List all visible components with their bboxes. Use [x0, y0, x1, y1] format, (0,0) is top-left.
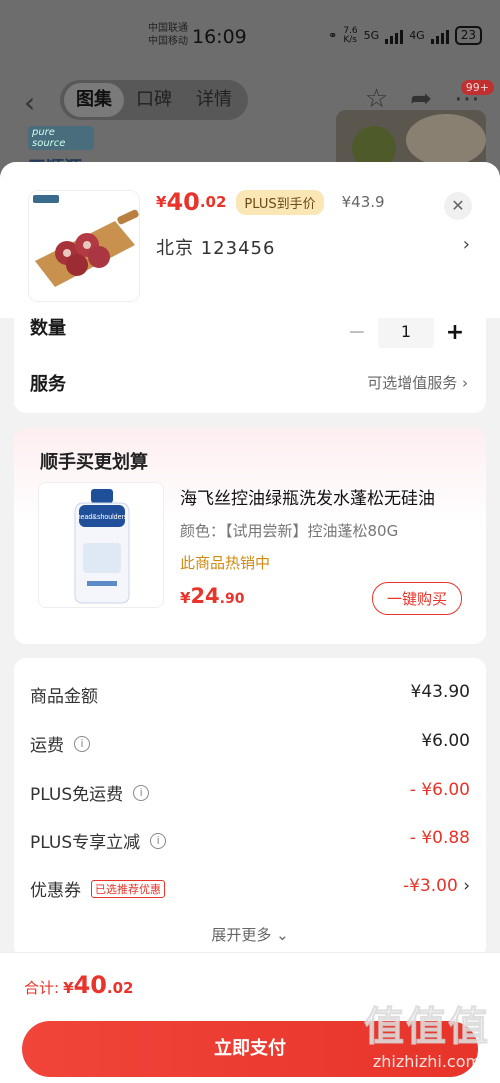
upsell-price-currency: ¥	[180, 589, 191, 607]
status-icons: ⚭ 7.6 K/s 5G 4G 23	[328, 26, 482, 45]
summary-value: -¥3.00 ›	[403, 876, 470, 896]
original-price: ¥43.9	[341, 193, 385, 211]
carrier-1: 中国联通	[148, 23, 188, 34]
upsell-product-attr: 颜色：【试用尝新】控油蓬松80G	[180, 522, 399, 540]
summary-row-plus-discount: PLUS专享立减 i - ¥0.88	[30, 828, 470, 858]
chevron-right-icon: ›	[462, 374, 468, 392]
price-currency: ¥	[156, 193, 167, 211]
summary-label: PLUS免运费	[30, 785, 124, 805]
expand-more-text: 展开更多	[211, 926, 272, 944]
brand-pill: pure source	[28, 126, 94, 150]
quantity-input[interactable]: 1	[378, 316, 434, 348]
upsell-price-integer: 24	[190, 584, 220, 608]
service-option-text: 可选增值服务	[367, 374, 458, 392]
network-5g: 5G	[363, 29, 380, 42]
coupon-tag: 已选推荐优惠	[91, 879, 165, 898]
top-tabs: 图集 口碑 详情	[60, 80, 248, 120]
info-icon[interactable]: i	[74, 735, 90, 752]
minus-button[interactable]: −	[346, 320, 368, 345]
price-summary-card: 商品金额 ¥43.90 运费 i ¥6.00 PLUS免运费 i - ¥6.00 P…	[14, 658, 486, 958]
coupon-value: -¥3.00	[402, 876, 458, 896]
summary-label: 运费	[30, 736, 64, 756]
product-header: ¥ 40 .02 PLUS到手价 ¥43.9 ✕ 北京 123456 ›	[0, 162, 500, 318]
headphone-icon: ⚭	[328, 29, 338, 42]
back-arrow-icon[interactable]: ‹	[24, 86, 35, 119]
bottle-brand-text: head&shoulders	[77, 514, 128, 521]
watermark-logo: 值值值	[364, 1004, 490, 1051]
summary-row-coupon[interactable]: 优惠券 已选推荐优惠 -¥3.00 ›	[30, 876, 470, 906]
expand-more-button[interactable]: 展开更多 ⌄	[14, 924, 486, 945]
summary-label: PLUS专享立减	[30, 833, 141, 853]
total-decimal: .02	[106, 979, 134, 997]
price-row: ¥ 40 .02 PLUS到手价 ¥43.9	[156, 188, 385, 216]
carrier-2: 中国移动	[148, 36, 188, 47]
service-option[interactable]: 可选增值服务 ›	[367, 372, 468, 393]
price-integer: 40	[166, 188, 200, 216]
shampoo-bottle-image: head&shoulders	[39, 483, 163, 607]
brand-logo: pure source 天顺源	[28, 126, 98, 179]
tab-reviews[interactable]: 口碑	[124, 83, 184, 117]
delivery-address[interactable]: 北京 123456	[156, 234, 275, 260]
quantity-stepper: − 1 +	[346, 316, 466, 348]
plus-button[interactable]: +	[444, 320, 466, 345]
summary-value: - ¥0.88	[409, 828, 470, 848]
summary-label: 商品金额	[30, 687, 98, 707]
close-icon[interactable]: ✕	[444, 192, 472, 220]
summary-row-shipping: 运费 i ¥6.00	[30, 731, 470, 761]
summary-value: - ¥6.00	[409, 780, 470, 800]
upsell-hot-text: 此商品热销中	[180, 554, 271, 572]
total-price: 合计: ¥ 40 .02	[24, 971, 133, 999]
watermark-site: zhizhizhi.com	[372, 1052, 482, 1071]
summary-row-plus-free-shipping: PLUS免运费 i - ¥6.00	[30, 780, 470, 810]
plus-price-tag: PLUS到手价	[236, 189, 324, 215]
upsell-price-decimal: .90	[219, 591, 245, 607]
watermark: 值值值 zhizhizhi.com	[364, 994, 490, 1072]
info-icon[interactable]: i	[133, 784, 150, 801]
status-bar: 中国联通 中国移动 16:09 ⚭ 7.6 K/s 5G 4G 23	[0, 20, 500, 56]
chevron-down-icon: ⌄	[276, 926, 289, 944]
upsell-title: 顺手买更划算	[40, 452, 148, 473]
summary-row-subtotal: 商品金额 ¥43.90	[30, 682, 470, 712]
info-icon[interactable]: i	[150, 832, 167, 849]
total-currency: ¥	[63, 979, 74, 997]
signal-icon-2	[430, 28, 449, 44]
chevron-right-icon: ›	[463, 876, 470, 896]
food-image	[336, 110, 486, 170]
upsell-price: ¥ 24 .90	[180, 584, 244, 608]
total-integer: 40	[73, 971, 107, 999]
chevron-right-icon[interactable]: ›	[463, 234, 470, 255]
tab-details[interactable]: 详情	[184, 83, 244, 117]
signal-icon	[385, 28, 404, 44]
network-4g: 4G	[409, 29, 425, 42]
total-label: 合计:	[24, 979, 60, 997]
service-label: 服务	[30, 374, 66, 395]
purchase-sheet: ¥ 40 .02 PLUS到手价 ¥43.9 ✕ 北京 123456 › 数量 …	[0, 162, 500, 1083]
steak-board-image	[29, 191, 139, 301]
upsell-product-image[interactable]: head&shoulders	[38, 482, 164, 608]
product-image	[28, 190, 140, 302]
price-decimal: .02	[199, 193, 227, 211]
carrier-labels: 中国联通 中国移动	[148, 22, 188, 48]
upsell-product-name[interactable]: 海飞丝控油绿瓶洗发水蓬松无硅油	[180, 484, 470, 509]
net-speed: 7.6 K/s	[343, 25, 358, 45]
summary-value: ¥6.00	[421, 731, 470, 751]
status-time: 16:09	[192, 26, 247, 48]
background-page: 中国联通 中国移动 16:09 ⚭ 7.6 K/s 5G 4G 23 ‹ 图集 …	[0, 0, 500, 180]
upsell-card: 顺手买更划算 head&shoulders 海飞丝控油绿瓶洗发水蓬松无硅油 颜色…	[14, 428, 486, 644]
summary-label: 优惠券	[30, 881, 81, 901]
one-click-buy-button[interactable]: 一键购买	[371, 582, 462, 615]
background-thumbnail	[336, 110, 486, 170]
tab-gallery[interactable]: 图集	[64, 83, 124, 117]
summary-value: ¥43.90	[410, 682, 470, 702]
message-badge: 99+	[460, 80, 494, 95]
battery-icon: 23	[454, 26, 482, 45]
